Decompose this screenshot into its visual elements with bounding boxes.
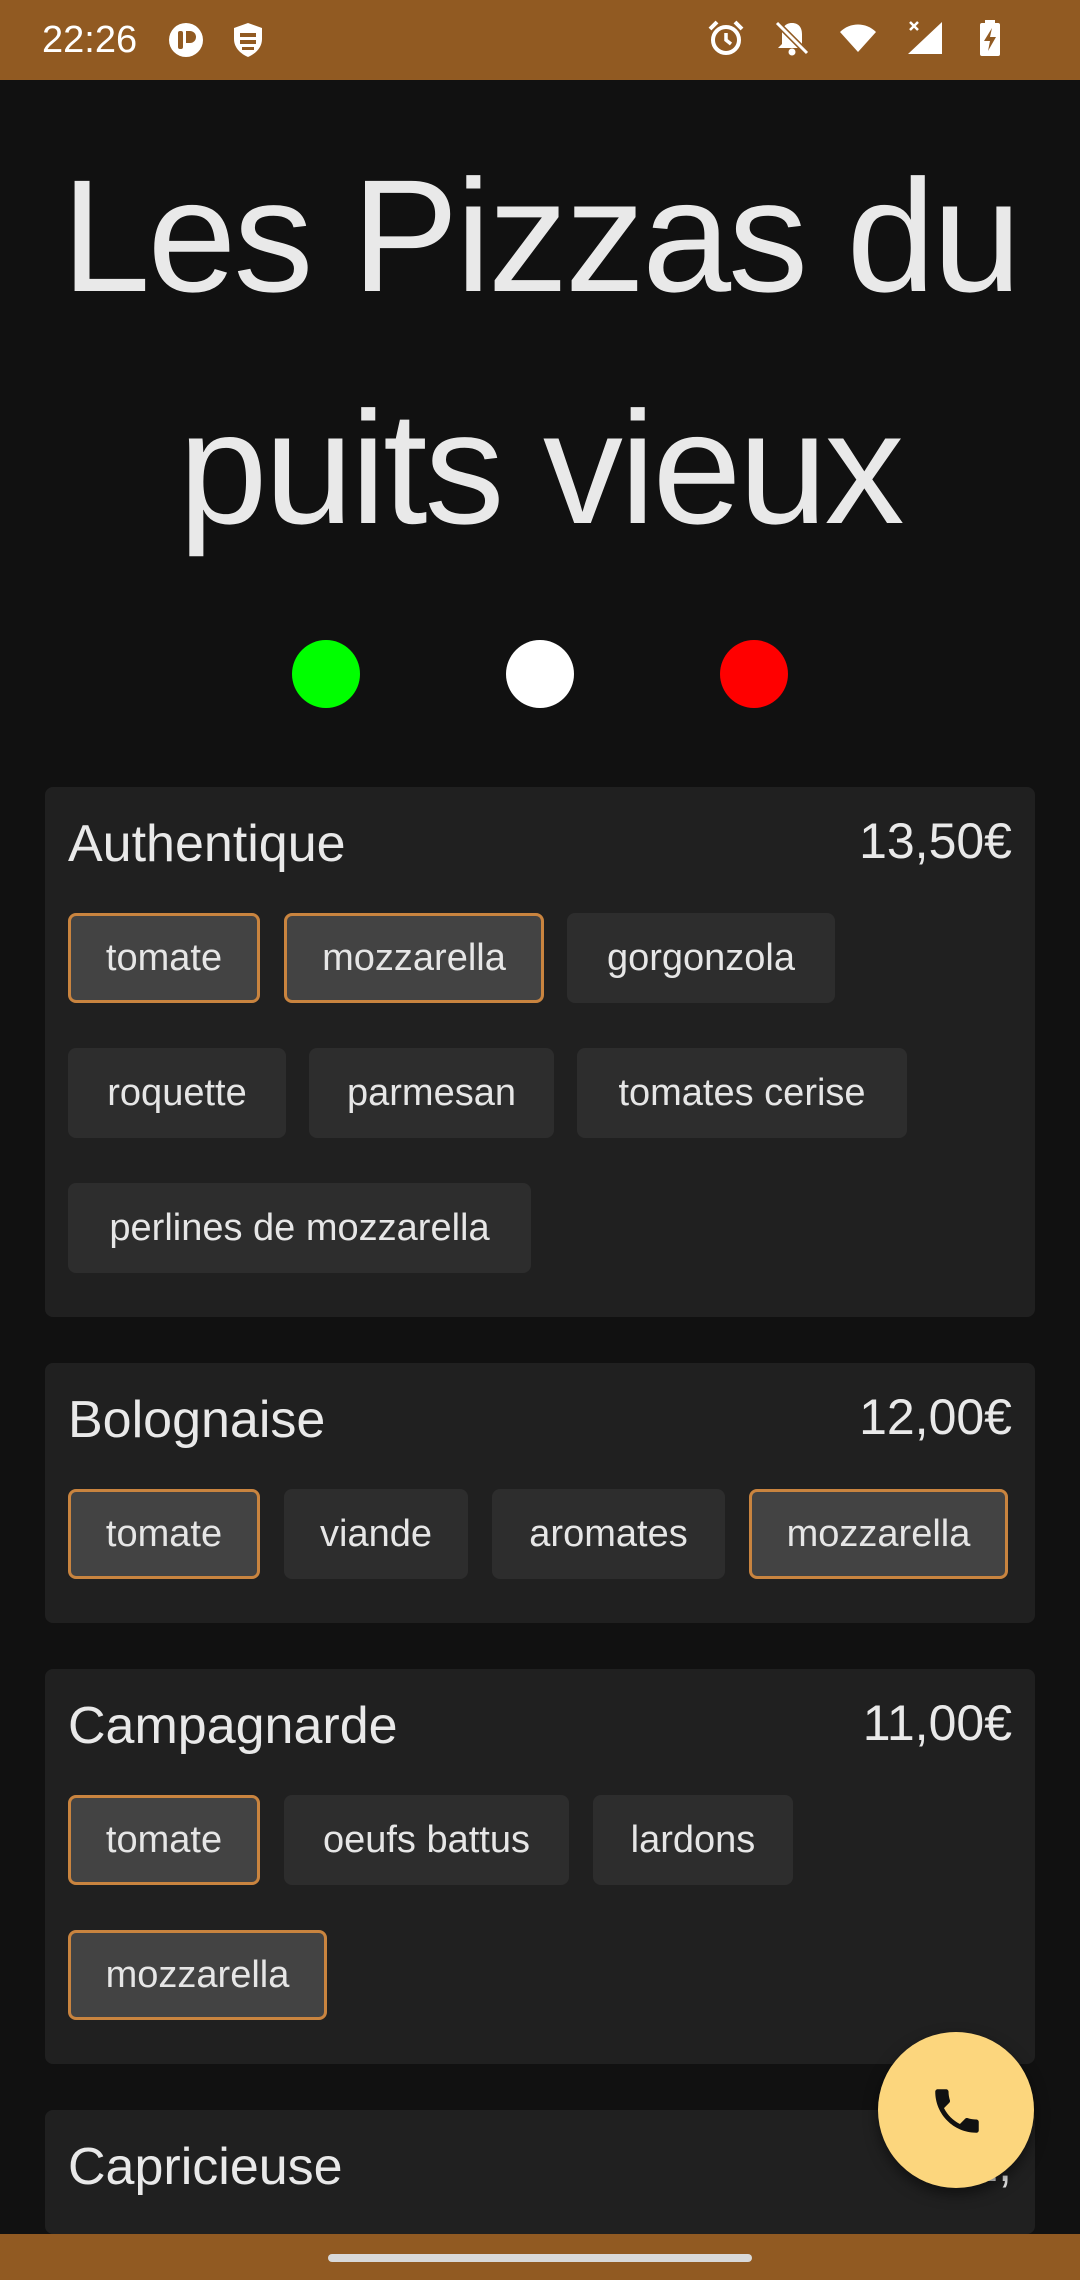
ingredient-chip[interactable]: roquette	[68, 1048, 286, 1138]
pizza-name: Bolognaise	[68, 1391, 326, 1449]
ingredient-chip[interactable]: mozzarella	[749, 1489, 1008, 1579]
pizza-price: 11,00€	[862, 1695, 1012, 1751]
ingredient-chip[interactable]: tomate	[68, 1489, 260, 1579]
ingredient-chip[interactable]: aromates	[492, 1489, 725, 1579]
wifi-icon	[840, 24, 876, 52]
status-time: 22:26	[42, 19, 138, 61]
red-dot	[720, 640, 788, 708]
app-notification-icon	[169, 23, 203, 57]
ingredient-chip[interactable]: parmesan	[309, 1048, 554, 1138]
pizza-name: Campagnarde	[68, 1697, 398, 1755]
flag-dots	[0, 640, 1080, 710]
phone-icon	[935, 2089, 979, 2133]
ingredient-chip[interactable]: tomate	[68, 913, 260, 1003]
battery-charging-icon	[980, 20, 1000, 56]
vpn-shield-icon	[234, 23, 262, 57]
navigation-bar	[0, 2234, 1080, 2280]
do-not-disturb-icon	[774, 20, 810, 56]
pizza-name: Capricieuse	[68, 2138, 343, 2196]
white-dot	[506, 640, 574, 708]
ingredient-chip[interactable]: gorgonzola	[567, 913, 835, 1003]
ingredient-chip[interactable]: viande	[284, 1489, 468, 1579]
pizza-card[interactable]: Campagnarde 11,00€ tomate oeufs battus l…	[45, 1669, 1035, 2064]
green-dot	[292, 640, 360, 708]
pizza-price: 13,50€	[859, 813, 1012, 869]
home-gesture-handle[interactable]	[328, 2254, 752, 2262]
ingredient-chip[interactable]: lardons	[593, 1795, 793, 1885]
pizza-price: 12,00€	[859, 1389, 1012, 1445]
status-right-icons	[706, 18, 1010, 58]
ingredient-chip[interactable]: mozzarella	[68, 1930, 327, 2020]
page-title: Les Pizzas du puits vieux	[61, 146, 1021, 557]
status-left-icons	[166, 20, 268, 60]
ingredient-chip[interactable]: mozzarella	[284, 913, 544, 1003]
pizza-card[interactable]: Authentique 13,50€ tomate mozzarella gor…	[45, 787, 1035, 1317]
signal-icon	[908, 21, 942, 54]
ingredient-chip[interactable]: tomate	[68, 1795, 260, 1885]
pizza-card[interactable]: Bolognaise 12,00€ tomate viande aromates…	[45, 1363, 1035, 1623]
pizza-name: Authentique	[68, 815, 346, 873]
status-bar: 22:26	[0, 0, 1080, 80]
call-button[interactable]	[878, 2032, 1034, 2188]
alarm-icon	[708, 20, 744, 55]
ingredient-chip[interactable]: tomates cerise	[577, 1048, 907, 1138]
ingredient-chip[interactable]: perlines de mozzarella	[68, 1183, 531, 1273]
ingredient-chip[interactable]: oeufs battus	[284, 1795, 569, 1885]
